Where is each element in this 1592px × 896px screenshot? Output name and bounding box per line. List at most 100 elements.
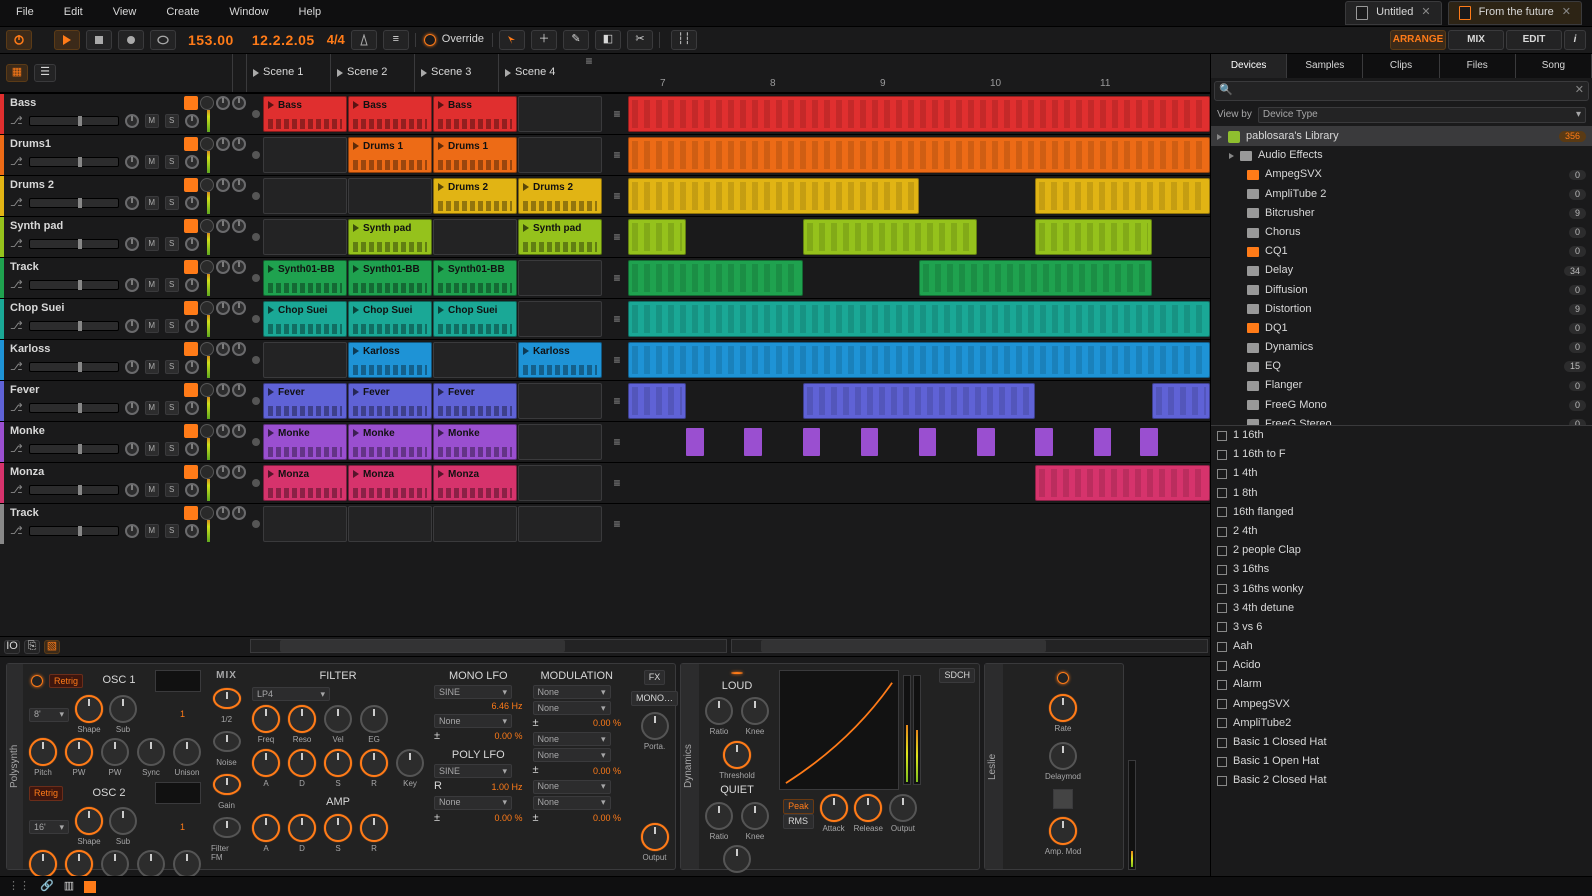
automation-icon[interactable]: ⎇: [10, 279, 23, 292]
row-menu-icon[interactable]: ≡: [610, 353, 624, 367]
aux-knob[interactable]: [185, 196, 199, 210]
retrig2-button[interactable]: Retrig: [29, 786, 63, 801]
scene-header[interactable]: Scene 4: [498, 54, 582, 92]
browser-tab-clips[interactable]: Clips: [1363, 54, 1439, 78]
track-header[interactable]: Monza⎇MS: [0, 462, 248, 503]
clip[interactable]: Chop Suei: [433, 301, 517, 337]
row-menu-icon[interactable]: ≡: [610, 312, 624, 326]
track-header[interactable]: Fever⎇MS: [0, 380, 248, 421]
clip[interactable]: Fever: [433, 383, 517, 419]
amp-d[interactable]: [288, 814, 316, 842]
speaker-icon[interactable]: [184, 465, 198, 479]
gain-knob[interactable]: [125, 524, 139, 538]
preset-item[interactable]: 1 4th: [1211, 464, 1592, 483]
track-header[interactable]: Monke⎇MS: [0, 421, 248, 462]
clip[interactable]: Monza: [263, 465, 347, 501]
aux-knob[interactable]: [185, 155, 199, 169]
layout-list-icon[interactable]: ☰: [34, 64, 56, 82]
solo-button[interactable]: S: [165, 442, 179, 456]
mod-dest-5[interactable]: None▾: [533, 780, 611, 794]
timeline-region[interactable]: [1035, 178, 1210, 214]
gain-knob[interactable]: [125, 319, 139, 333]
leslie-power-icon[interactable]: [1057, 672, 1069, 684]
aux-knob[interactable]: [185, 114, 199, 128]
tool-pointer[interactable]: [499, 30, 525, 50]
empty-clip-slot[interactable]: [263, 178, 347, 214]
sidechain-button[interactable]: SDCH: [939, 668, 975, 683]
empty-clip-slot[interactable]: [263, 342, 347, 378]
record-arm-button[interactable]: [200, 342, 214, 356]
solo-button[interactable]: S: [165, 360, 179, 374]
timeline-region[interactable]: [628, 137, 1210, 173]
pan-knob[interactable]: [216, 219, 230, 233]
preset-item[interactable]: AmpegSVX: [1211, 695, 1592, 714]
speaker-icon[interactable]: [184, 383, 198, 397]
timeline-segment[interactable]: [803, 428, 820, 456]
preset-item[interactable]: Basic 2 Closed Hat: [1211, 771, 1592, 790]
automation-icon[interactable]: ⎇: [10, 484, 23, 497]
filter-reso[interactable]: [288, 705, 316, 733]
send-knob[interactable]: [232, 383, 246, 397]
osc1-sub[interactable]: [109, 695, 137, 723]
solo-button[interactable]: S: [165, 196, 179, 210]
feg-s[interactable]: [324, 749, 352, 777]
speaker-icon[interactable]: [184, 260, 198, 274]
record-arm-button[interactable]: [200, 137, 214, 151]
pan-knob[interactable]: [216, 178, 230, 192]
gain-knob[interactable]: [125, 196, 139, 210]
volume-slider[interactable]: [29, 526, 119, 536]
preset-item[interactable]: AmpliTube2: [1211, 714, 1592, 733]
speaker-icon[interactable]: [184, 506, 198, 520]
stop-clip-icon[interactable]: [252, 274, 260, 282]
stop-clip-icon[interactable]: [252, 479, 260, 487]
mute-button[interactable]: M: [145, 360, 159, 374]
empty-clip-slot[interactable]: [518, 506, 602, 542]
mute-button[interactable]: M: [145, 278, 159, 292]
tree-effect[interactable]: Dynamics0: [1211, 338, 1592, 357]
loud-knee[interactable]: [741, 697, 769, 725]
track-header[interactable]: Synth pad⎇MS: [0, 216, 248, 257]
empty-clip-slot[interactable]: [348, 178, 432, 214]
amp-r[interactable]: [360, 814, 388, 842]
clip[interactable]: Drums 1: [433, 137, 517, 173]
automation-icon[interactable]: ⎇: [10, 156, 23, 169]
aux-knob[interactable]: [185, 401, 199, 415]
automation-override[interactable]: Override: [415, 33, 493, 46]
timeline-region[interactable]: [628, 96, 1210, 132]
clip[interactable]: Bass: [263, 96, 347, 132]
tool-erase[interactable]: ◧: [595, 30, 621, 50]
timeline-row[interactable]: [628, 462, 1210, 503]
timeline-row[interactable]: [628, 421, 1210, 462]
track-header[interactable]: Drums 2⎇MS: [0, 175, 248, 216]
view-mix[interactable]: MIX: [1448, 30, 1504, 50]
browser-search[interactable]: 🔍 ✕: [1214, 81, 1589, 101]
stop-clip-icon[interactable]: [252, 151, 260, 159]
pan-knob[interactable]: [216, 465, 230, 479]
tree-effect[interactable]: CQ10: [1211, 242, 1592, 261]
row-menu-icon[interactable]: ≡: [610, 435, 624, 449]
solo-button[interactable]: S: [165, 524, 179, 538]
speaker-icon[interactable]: [184, 424, 198, 438]
speaker-icon[interactable]: [184, 301, 198, 315]
solo-button[interactable]: S: [165, 237, 179, 251]
poly-lfo-shape[interactable]: SINE▾: [434, 764, 512, 778]
row-menu-icon[interactable]: ≡: [610, 107, 624, 121]
clip[interactable]: Synth01-BB: [433, 260, 517, 296]
row-menu-icon[interactable]: ≡: [610, 230, 624, 244]
aux-knob[interactable]: [185, 360, 199, 374]
gain-knob[interactable]: [125, 442, 139, 456]
timeline-ruler[interactable]: 7891011: [600, 54, 1210, 92]
empty-clip-slot[interactable]: [518, 383, 602, 419]
dyn-output[interactable]: [889, 794, 917, 822]
speaker-icon[interactable]: [184, 178, 198, 192]
device-dynamics-tab[interactable]: Dynamics: [681, 664, 699, 869]
mix-noise[interactable]: [213, 731, 241, 752]
mix-filterfm[interactable]: [213, 817, 241, 838]
volume-slider[interactable]: [29, 116, 119, 126]
timeline-region[interactable]: [628, 178, 919, 214]
device-polysynth-tab[interactable]: Polysynth: [7, 664, 23, 869]
timeline-segment[interactable]: [686, 428, 703, 456]
clip[interactable]: Drums 2: [518, 178, 602, 214]
loud-ratio[interactable]: [705, 697, 733, 725]
clip[interactable]: Chop Suei: [263, 301, 347, 337]
